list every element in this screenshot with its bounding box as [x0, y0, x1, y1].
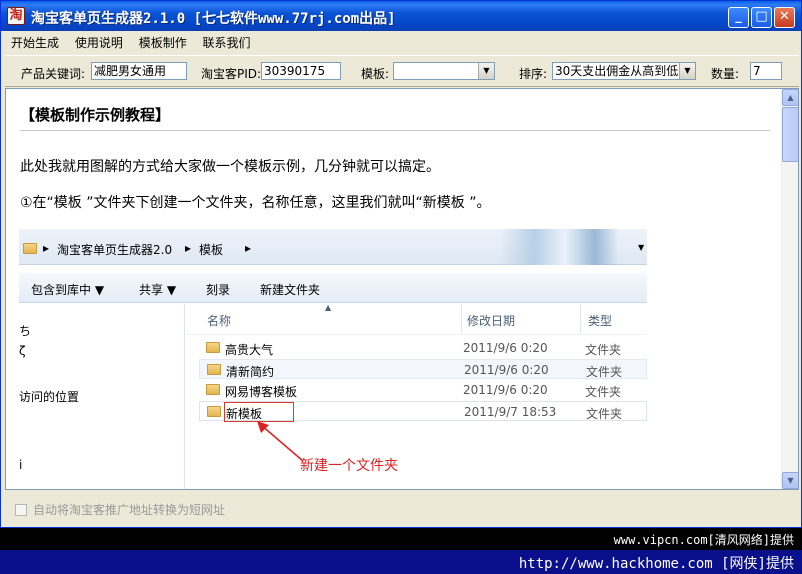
sort-arrow-icon: ▲ — [325, 303, 332, 312]
keyword-label: 产品关键词: — [21, 67, 86, 81]
cmd-burn: 刻录 — [206, 283, 231, 297]
watermark-text-2: http://www.hackhome.com [网侠]提供 — [518, 556, 794, 572]
folder-icon — [207, 406, 221, 417]
menu-instructions[interactable]: 使用说明 — [69, 32, 129, 51]
column-date: 修改日期 — [467, 314, 516, 328]
column-name: 名称 — [207, 314, 232, 328]
keyword-input[interactable]: 减肥男女通用 — [91, 62, 187, 80]
watermark-banner-1: www.vipcn.com[清风网络]提供 — [0, 528, 802, 550]
watermark-text-1: www.vipcn.com[清风网络]提供 — [613, 533, 794, 547]
sort-select[interactable]: 30天支出佣金从高到低 ▼ — [552, 62, 696, 80]
options-toolbar: 产品关键词: 减肥男女通用 淘宝客PID: 30390175 模板: ▼ 排序:… — [5, 55, 799, 87]
menu-bar: 开始生成 使用说明 模板制作 联系我们 — [5, 32, 799, 54]
pid-label: 淘宝客PID: — [201, 67, 262, 81]
chevron-right-icon: ▸ — [185, 241, 192, 255]
chevron-down-icon: ▼ — [638, 243, 645, 252]
folder-icon — [207, 364, 221, 375]
breadcrumb-app: 淘宝客单页生成器2.0 — [57, 243, 173, 257]
app-logo-icon: 淘 — [7, 7, 25, 25]
nav-item: i — [19, 458, 23, 472]
short-url-option[interactable]: 自动将淘宝客推广地址转换为短网址 — [15, 501, 225, 518]
scroll-up-icon[interactable]: ▲ — [782, 89, 798, 106]
window-title: 淘宝客单页生成器2.1.0 [七七软件www.77rj.com出品] — [31, 11, 396, 27]
column-type: 类型 — [588, 314, 613, 328]
template-select[interactable]: ▼ — [393, 62, 495, 80]
nav-item: ち — [19, 324, 32, 338]
explorer-screenshot: ▸ 淘宝客单页生成器2.0 ▸ 模板 ▸ ▼ 包含到库中 ▼ 共享 ▼ 刻录 新… — [19, 229, 647, 489]
count-label: 数量: — [711, 67, 740, 81]
file-row: 清新简约 2011/9/6 0:20 文件夹 — [199, 359, 647, 379]
short-url-label: 自动将淘宝客推广地址转换为短网址 — [33, 503, 226, 517]
explorer-nav-pane: ち ζ 访问的位置 i — [19, 304, 185, 489]
short-url-checkbox[interactable] — [15, 504, 27, 516]
close-button[interactable]: ✕ — [774, 7, 795, 28]
cmd-include-in-library: 包含到库中 ▼ — [31, 283, 105, 297]
title-bar[interactable]: 淘 淘宝客单页生成器2.1.0 [七七软件www.77rj.com出品] _ □… — [1, 1, 801, 31]
scroll-thumb[interactable] — [782, 107, 798, 162]
tutorial-paragraph-1: 此处我就用图解的方式给大家做一个模板示例，几分钟就可以搞定。 — [20, 159, 440, 175]
template-label: 模板: — [361, 67, 390, 81]
sort-label: 排序: — [519, 67, 548, 81]
breadcrumb-template: 模板 — [199, 243, 224, 257]
count-input[interactable]: 7 — [750, 62, 782, 80]
scroll-down-icon[interactable]: ▼ — [782, 472, 798, 489]
cmd-new-folder: 新建文件夹 — [260, 283, 321, 297]
file-row: 高贵大气 2011/9/6 0:20 文件夹 — [199, 338, 647, 358]
file-row: 新模板 2011/9/7 18:53 文件夹 — [199, 401, 647, 422]
sort-select-value: 30天支出佣金从高到低 — [555, 64, 679, 78]
nav-item: ζ — [19, 344, 26, 358]
maximize-button[interactable]: □ — [751, 7, 772, 28]
vertical-scrollbar[interactable]: ▲ ▼ — [781, 89, 798, 489]
nav-item-recent-places: 访问的位置 — [19, 390, 80, 404]
chevron-right-icon: ▸ — [245, 241, 252, 255]
app-window: 淘 淘宝客单页生成器2.1.0 [七七软件www.77rj.com出品] _ □… — [0, 0, 802, 528]
annotation-text: 新建一个文件夹 — [300, 458, 398, 474]
folder-icon — [23, 241, 37, 255]
menu-contact-us[interactable]: 联系我们 — [197, 32, 257, 51]
tutorial-paragraph-2: ①在“模板 ”文件夹下创建一个文件夹，名称任意，这里我们就叫“新模板 ”。 — [20, 195, 491, 211]
minimize-button[interactable]: _ — [728, 7, 749, 28]
chevron-right-icon: ▸ — [43, 241, 50, 255]
folder-icon — [206, 342, 220, 353]
tutorial-document: 【模板制作示例教程】 此处我就用图解的方式给大家做一个模板示例，几分钟就可以搞定… — [6, 89, 782, 489]
explorer-address-bar: ▸ 淘宝客单页生成器2.0 ▸ 模板 ▸ ▼ — [19, 229, 647, 265]
pid-input[interactable]: 30390175 — [261, 62, 341, 80]
explorer-command-bar: 包含到库中 ▼ 共享 ▼ 刻录 新建文件夹 — [19, 273, 647, 303]
chevron-down-icon[interactable]: ▼ — [679, 63, 695, 79]
watermark-banner-2: http://www.hackhome.com [网侠]提供 — [0, 550, 802, 574]
menu-template-making[interactable]: 模板制作 — [133, 32, 193, 51]
heading-divider — [20, 130, 770, 131]
file-row: 网易博客模板 2011/9/6 0:20 文件夹 — [199, 380, 647, 400]
folder-icon — [206, 384, 220, 395]
cmd-share: 共享 ▼ — [139, 283, 177, 297]
menu-start-generate[interactable]: 开始生成 — [5, 32, 65, 51]
tutorial-heading: 【模板制作示例教程】 — [20, 106, 171, 124]
chevron-down-icon[interactable]: ▼ — [478, 63, 494, 79]
tutorial-pane[interactable]: 【模板制作示例教程】 此处我就用图解的方式给大家做一个模板示例，几分钟就可以搞定… — [5, 88, 799, 490]
